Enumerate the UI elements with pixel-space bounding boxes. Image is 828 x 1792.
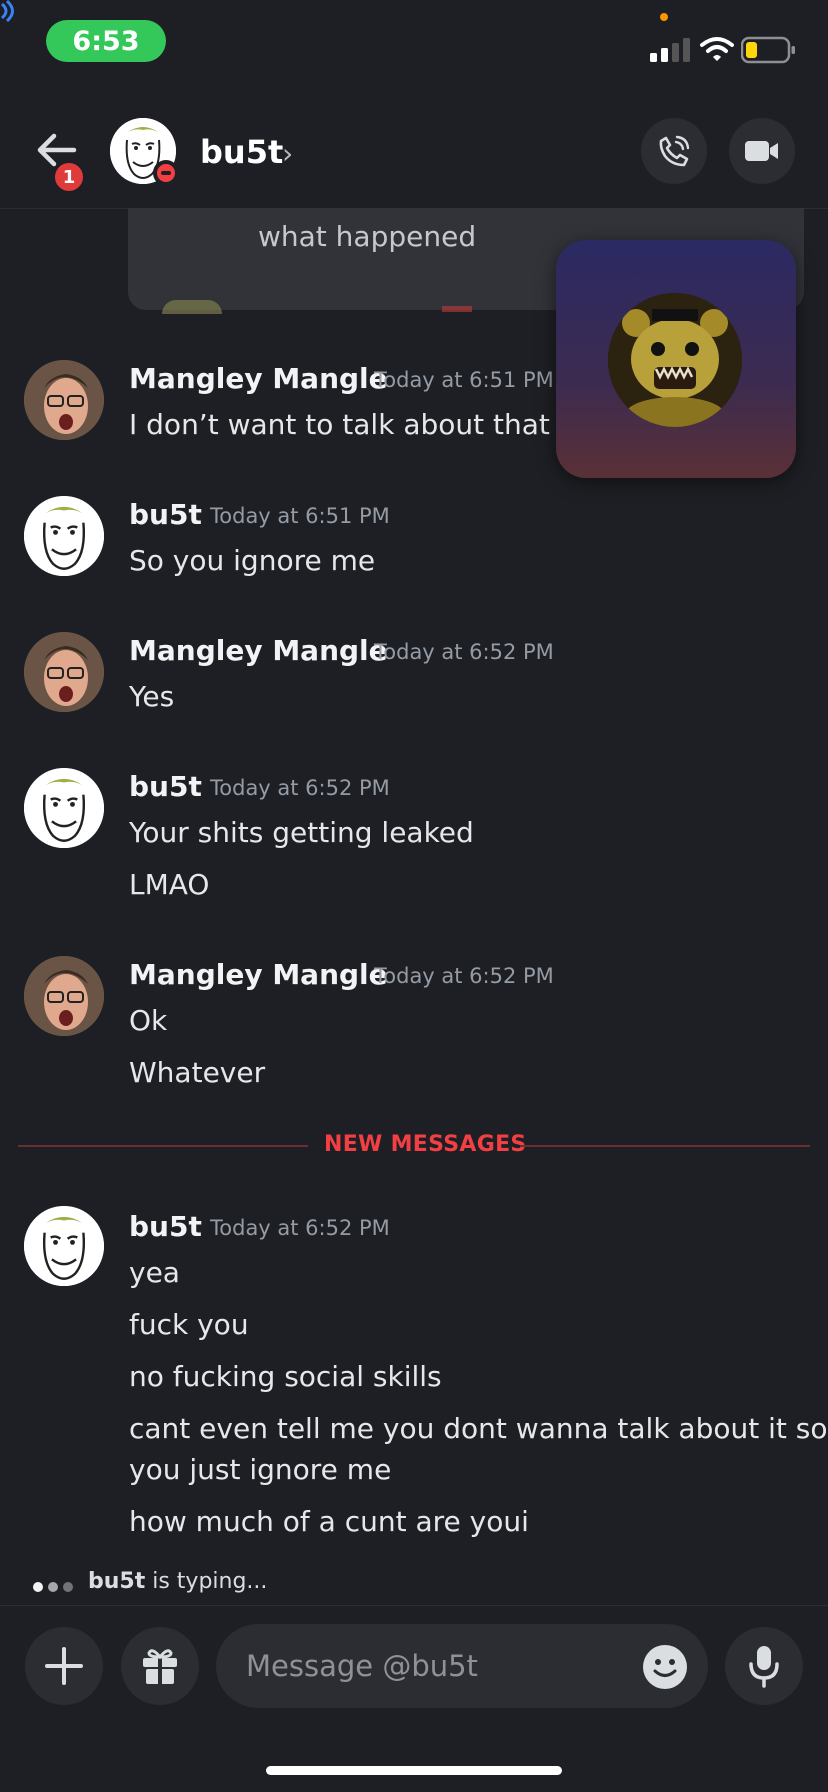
message-text: I don’t want to talk about that xyxy=(129,408,550,441)
message-text: So you ignore me xyxy=(129,544,376,577)
meme-face-avatar-icon xyxy=(24,1206,104,1286)
message-author[interactable]: bu5t xyxy=(129,498,202,531)
message-text: cant even tell me you dont wanna talk ab… xyxy=(129,1412,828,1445)
microphone-icon xyxy=(749,1646,779,1688)
message-timestamp: Today at 6:51 PM xyxy=(374,368,554,392)
signal-icon xyxy=(650,38,690,62)
selfie-avatar-icon xyxy=(24,360,104,440)
avatar-bu5t[interactable] xyxy=(24,768,104,848)
message-timestamp: Today at 6:52 PM xyxy=(374,964,554,988)
meme-face-avatar-icon xyxy=(24,768,104,848)
quoted-avatar-peek xyxy=(162,300,222,314)
avatar-mangley[interactable] xyxy=(24,360,104,440)
message-text: you just ignore me xyxy=(129,1453,392,1486)
battery-icon xyxy=(741,36,795,64)
privacy-indicator-dot xyxy=(660,13,668,21)
avatar-bu5t[interactable] xyxy=(24,1206,104,1286)
plus-icon xyxy=(45,1647,83,1685)
message-timestamp: Today at 6:51 PM xyxy=(210,504,390,528)
header-username[interactable]: bu5t xyxy=(200,133,283,171)
selfie-avatar-icon xyxy=(24,956,104,1036)
message-author[interactable]: Mangley Mangle xyxy=(129,362,388,395)
status-time: 6:53 xyxy=(46,20,166,62)
message-input[interactable] xyxy=(216,1624,708,1708)
home-indicator xyxy=(266,1766,562,1775)
carplay-icon xyxy=(0,0,14,22)
unread-badge: 1 xyxy=(52,160,86,194)
video-call-button[interactable] xyxy=(729,118,795,184)
message-author[interactable]: bu5t xyxy=(129,1210,202,1243)
message-text: LMAO xyxy=(129,868,210,901)
message-timestamp: Today at 6:52 PM xyxy=(374,640,554,664)
message-text: Whatever xyxy=(129,1056,266,1089)
message-author[interactable]: Mangley Mangle xyxy=(129,958,388,991)
dnd-status-icon xyxy=(153,160,179,186)
message-author[interactable]: Mangley Mangle xyxy=(129,634,388,667)
message-author[interactable]: bu5t xyxy=(129,770,202,803)
avatar-bu5t[interactable] xyxy=(24,496,104,576)
avatar-mangley[interactable] xyxy=(24,632,104,712)
gift-icon xyxy=(143,1649,177,1684)
message-text: Ok xyxy=(129,1004,168,1037)
new-messages-line-right xyxy=(520,1145,810,1147)
new-messages-label: NEW MESSAGES xyxy=(324,1132,527,1157)
typing-dots-icon xyxy=(33,1577,78,1596)
voice-message-button[interactable] xyxy=(725,1627,803,1705)
message-timestamp: Today at 6:52 PM xyxy=(210,776,390,800)
message-text: Yes xyxy=(129,680,175,713)
quoted-badge-peek xyxy=(442,306,472,312)
voice-call-button[interactable] xyxy=(641,118,707,184)
selfie-avatar-icon xyxy=(24,632,104,712)
chevron-right-icon[interactable]: › xyxy=(282,137,293,170)
emoji-icon[interactable] xyxy=(642,1644,688,1690)
pip-avatar[interactable] xyxy=(608,293,742,427)
phone-call-icon xyxy=(659,135,690,167)
meme-face-avatar-icon xyxy=(24,496,104,576)
wifi-icon xyxy=(700,37,734,61)
gift-button[interactable] xyxy=(121,1627,199,1705)
message-text: how much of a cunt are youi xyxy=(129,1505,529,1538)
message-text: Your shits getting leaked xyxy=(129,816,474,849)
typing-user: bu5t xyxy=(88,1569,146,1594)
message-text: yea xyxy=(129,1256,180,1289)
animatronic-avatar-icon xyxy=(608,293,742,427)
video-camera-icon xyxy=(745,141,778,161)
composer-divider xyxy=(0,1605,828,1606)
typing-indicator: bu5t is typing... xyxy=(88,1569,267,1594)
quoted-message-text: what happened xyxy=(258,220,477,253)
message-timestamp: Today at 6:52 PM xyxy=(210,1216,390,1240)
avatar-mangley[interactable] xyxy=(24,956,104,1036)
message-text: fuck you xyxy=(129,1308,249,1341)
message-text: no fucking social skills xyxy=(129,1360,442,1393)
typing-suffix: is typing... xyxy=(145,1569,268,1594)
add-attachment-button[interactable] xyxy=(25,1627,103,1705)
new-messages-line-left xyxy=(18,1145,308,1147)
